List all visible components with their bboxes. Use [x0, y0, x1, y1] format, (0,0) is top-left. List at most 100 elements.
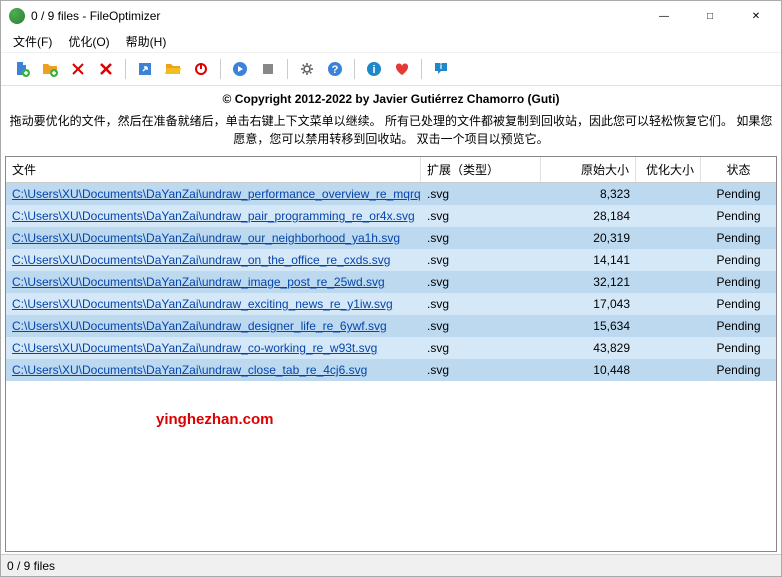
folder-button[interactable] — [160, 57, 186, 81]
cell-status: Pending — [701, 359, 776, 381]
svg-text:?: ? — [332, 64, 339, 76]
table-row[interactable]: C:\Users\XU\Documents\DaYanZai\undraw_co… — [6, 337, 776, 359]
toolbar: ? i i — [1, 53, 781, 86]
menu-help[interactable]: 帮助(H) — [118, 31, 175, 52]
menu-optimize[interactable]: 优化(O) — [60, 31, 117, 52]
table-row[interactable]: C:\Users\XU\Documents\DaYanZai\undraw_ex… — [6, 293, 776, 315]
cell-file: C:\Users\XU\Documents\DaYanZai\undraw_im… — [6, 271, 421, 293]
file-link[interactable]: C:\Users\XU\Documents\DaYanZai\undraw_cl… — [12, 363, 367, 377]
cell-file: C:\Users\XU\Documents\DaYanZai\undraw_pe… — [6, 183, 421, 205]
cell-ext: .svg — [421, 271, 541, 293]
cell-file: C:\Users\XU\Documents\DaYanZai\undraw_on… — [6, 249, 421, 271]
cell-ext: .svg — [421, 249, 541, 271]
cell-opt — [636, 271, 701, 293]
table-row[interactable]: C:\Users\XU\Documents\DaYanZai\undraw_pa… — [6, 205, 776, 227]
copyright-text: © Copyright 2012-2022 by Javier Gutiérre… — [1, 86, 781, 108]
separator — [287, 59, 288, 79]
watermark: yinghezhan.com — [156, 411, 274, 428]
file-table: 文件 扩展（类型） 原始大小 优化大小 状态 yinghezhan.com C:… — [5, 156, 777, 552]
cell-opt — [636, 205, 701, 227]
settings-button[interactable] — [294, 57, 320, 81]
stop-button[interactable] — [255, 57, 281, 81]
donate-button[interactable] — [389, 57, 415, 81]
power-button[interactable] — [188, 57, 214, 81]
close-button[interactable]: ✕ — [733, 1, 779, 31]
separator — [220, 59, 221, 79]
cell-opt — [636, 337, 701, 359]
cell-orig: 28,184 — [541, 205, 636, 227]
cell-orig: 17,043 — [541, 293, 636, 315]
cell-opt — [636, 315, 701, 337]
cell-file: C:\Users\XU\Documents\DaYanZai\undraw_cl… — [6, 359, 421, 381]
table-row[interactable]: C:\Users\XU\Documents\DaYanZai\undraw_im… — [6, 271, 776, 293]
svg-text:i: i — [372, 64, 375, 76]
menubar: 文件(F) 优化(O) 帮助(H) — [1, 31, 781, 53]
open-button[interactable] — [132, 57, 158, 81]
statusbar: 0 / 9 files — [1, 554, 781, 576]
add-folder-button[interactable] — [37, 57, 63, 81]
file-link[interactable]: C:\Users\XU\Documents\DaYanZai\undraw_ou… — [12, 231, 400, 245]
cell-orig: 14,141 — [541, 249, 636, 271]
cell-status: Pending — [701, 227, 776, 249]
cell-status: Pending — [701, 293, 776, 315]
file-link[interactable]: C:\Users\XU\Documents\DaYanZai\undraw_de… — [12, 319, 387, 333]
cell-ext: .svg — [421, 337, 541, 359]
cell-file: C:\Users\XU\Documents\DaYanZai\undraw_co… — [6, 337, 421, 359]
cell-status: Pending — [701, 183, 776, 205]
col-orig[interactable]: 原始大小 — [541, 157, 636, 182]
separator — [421, 59, 422, 79]
table-row[interactable]: C:\Users\XU\Documents\DaYanZai\undraw_ou… — [6, 227, 776, 249]
minimize-button[interactable]: — — [641, 1, 687, 31]
add-file-button[interactable] — [9, 57, 35, 81]
cell-ext: .svg — [421, 315, 541, 337]
app-icon — [9, 8, 25, 24]
cell-status: Pending — [701, 337, 776, 359]
cell-ext: .svg — [421, 359, 541, 381]
file-link[interactable]: C:\Users\XU\Documents\DaYanZai\undraw_on… — [12, 253, 390, 267]
cell-ext: .svg — [421, 183, 541, 205]
info-button[interactable]: i — [361, 57, 387, 81]
separator — [125, 59, 126, 79]
titlebar: 0 / 9 files - FileOptimizer — □ ✕ — [1, 1, 781, 31]
table-row[interactable]: C:\Users\XU\Documents\DaYanZai\undraw_on… — [6, 249, 776, 271]
cell-opt — [636, 249, 701, 271]
clear-button[interactable] — [93, 57, 119, 81]
cell-orig: 10,448 — [541, 359, 636, 381]
table-row[interactable]: C:\Users\XU\Documents\DaYanZai\undraw_cl… — [6, 359, 776, 381]
cell-ext: .svg — [421, 205, 541, 227]
remove-button[interactable] — [65, 57, 91, 81]
comment-button[interactable]: i — [428, 57, 454, 81]
play-button[interactable] — [227, 57, 253, 81]
cell-file: C:\Users\XU\Documents\DaYanZai\undraw_ex… — [6, 293, 421, 315]
cell-opt — [636, 359, 701, 381]
svg-text:i: i — [440, 62, 442, 71]
separator — [354, 59, 355, 79]
table-header: 文件 扩展（类型） 原始大小 优化大小 状态 — [6, 157, 776, 183]
cell-opt — [636, 293, 701, 315]
status-text: 0 / 9 files — [7, 559, 55, 573]
cell-orig: 43,829 — [541, 337, 636, 359]
help-button[interactable]: ? — [322, 57, 348, 81]
cell-opt — [636, 183, 701, 205]
col-file[interactable]: 文件 — [6, 157, 421, 182]
cell-file: C:\Users\XU\Documents\DaYanZai\undraw_pa… — [6, 205, 421, 227]
file-link[interactable]: C:\Users\XU\Documents\DaYanZai\undraw_pe… — [12, 187, 421, 201]
cell-ext: .svg — [421, 227, 541, 249]
maximize-button[interactable]: □ — [687, 1, 733, 31]
col-status[interactable]: 状态 — [701, 157, 776, 182]
table-row[interactable]: C:\Users\XU\Documents\DaYanZai\undraw_de… — [6, 315, 776, 337]
cell-status: Pending — [701, 205, 776, 227]
file-link[interactable]: C:\Users\XU\Documents\DaYanZai\undraw_co… — [12, 341, 377, 355]
cell-orig: 15,634 — [541, 315, 636, 337]
col-opt[interactable]: 优化大小 — [636, 157, 701, 182]
file-link[interactable]: C:\Users\XU\Documents\DaYanZai\undraw_pa… — [12, 209, 415, 223]
table-body[interactable]: yinghezhan.com C:\Users\XU\Documents\DaY… — [6, 183, 776, 551]
menu-file[interactable]: 文件(F) — [5, 31, 60, 52]
cell-status: Pending — [701, 271, 776, 293]
file-link[interactable]: C:\Users\XU\Documents\DaYanZai\undraw_im… — [12, 275, 385, 289]
window-title: 0 / 9 files - FileOptimizer — [31, 9, 641, 23]
table-row[interactable]: C:\Users\XU\Documents\DaYanZai\undraw_pe… — [6, 183, 776, 205]
instructions-text: 拖动要优化的文件，然后在准备就绪后，单击右键上下文菜单以继续。 所有已处理的文件… — [1, 108, 781, 156]
file-link[interactable]: C:\Users\XU\Documents\DaYanZai\undraw_ex… — [12, 297, 393, 311]
col-ext[interactable]: 扩展（类型） — [421, 157, 541, 182]
